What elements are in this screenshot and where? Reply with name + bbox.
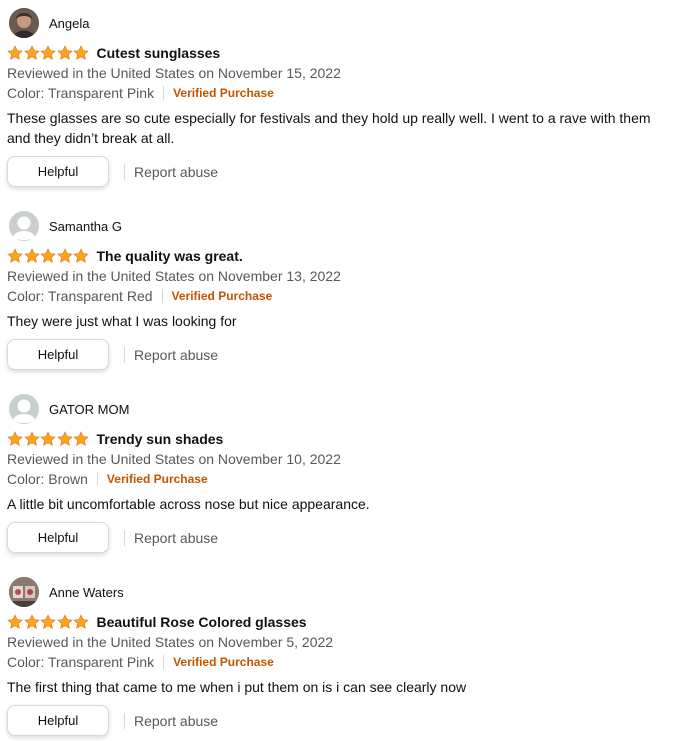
review-body: A little bit uncomfortable across nose b… [7, 496, 370, 512]
report-abuse-link[interactable]: Report abuse [134, 713, 218, 729]
divider [124, 346, 125, 363]
star-icon [56, 431, 73, 446]
star-icon [56, 248, 73, 263]
star-icon [23, 248, 40, 263]
reviewer-profile[interactable]: Anne Waters [9, 576, 124, 608]
review-date: Reviewed in the United States on Novembe… [7, 451, 341, 467]
product-variant[interactable]: Color: Brown [7, 471, 88, 487]
verified-purchase-badge: Verified Purchase [173, 655, 274, 669]
avatar [9, 577, 39, 607]
star-icon [7, 431, 23, 446]
reviewer-name: GATOR MOM [49, 401, 130, 417]
review-body: These glasses are so cute especially for… [7, 110, 651, 146]
star-icon [7, 45, 23, 60]
star-icon [73, 248, 89, 263]
divider [163, 86, 165, 100]
reviewer-profile[interactable]: Samantha G [9, 210, 122, 242]
report-abuse-link[interactable]: Report abuse [134, 530, 218, 546]
helpful-button[interactable]: Helpful [7, 522, 109, 553]
avatar [9, 8, 39, 38]
reviewer-profile[interactable]: GATOR MOM [9, 393, 129, 425]
star-rating [7, 248, 90, 264]
divider [96, 472, 98, 486]
product-variant[interactable]: Color: Transparent Pink [7, 85, 154, 101]
report-abuse-link[interactable]: Report abuse [134, 164, 218, 180]
review-date: Reviewed in the United States on Novembe… [7, 634, 334, 650]
star-icon [23, 614, 40, 629]
star-icon [23, 431, 40, 446]
star-icon [56, 45, 73, 60]
review-body: They were just what I was looking for [7, 313, 237, 329]
avatar [9, 211, 39, 241]
star-icon [56, 614, 73, 629]
star-icon [40, 614, 56, 629]
reviewer-name: Samantha G [49, 218, 122, 234]
reviewer-name: Angela [49, 15, 90, 31]
reviewer-profile[interactable]: Angela [9, 7, 89, 39]
star-icon [23, 45, 40, 60]
divider [161, 289, 163, 303]
review-body: The first thing that came to me when i p… [7, 679, 467, 695]
avatar [9, 394, 39, 424]
product-variant[interactable]: Color: Transparent Red [7, 288, 153, 304]
divider [163, 655, 165, 669]
default-user-icon [9, 394, 39, 424]
review-title[interactable]: Trendy sun shades [97, 431, 224, 447]
star-icon [40, 248, 56, 263]
helpful-button[interactable]: Helpful [7, 339, 109, 370]
review-title[interactable]: The quality was great. [97, 248, 243, 264]
review-title[interactable]: Beautiful Rose Colored glasses [97, 614, 307, 630]
product-variant[interactable]: Color: Transparent Pink [7, 654, 154, 670]
star-icon [73, 614, 89, 629]
divider [124, 529, 125, 546]
helpful-button[interactable]: Helpful [7, 156, 109, 187]
star-icon [7, 614, 23, 629]
verified-purchase-badge: Verified Purchase [171, 289, 273, 303]
star-icon [40, 431, 56, 446]
report-abuse-link[interactable]: Report abuse [134, 347, 218, 363]
divider [124, 712, 125, 729]
review-title[interactable]: Cutest sunglasses [97, 45, 221, 61]
review-date: Reviewed in the United States on Novembe… [7, 268, 341, 284]
star-rating [7, 431, 90, 447]
reviewer-name: Anne Waters [49, 584, 124, 600]
divider [124, 163, 125, 180]
star-icon [40, 45, 56, 60]
user-photo-icon [9, 8, 39, 38]
user-photo-icon [9, 577, 39, 607]
verified-purchase-badge: Verified Purchase [106, 472, 208, 486]
star-icon [73, 431, 89, 446]
default-user-icon [9, 211, 39, 241]
verified-purchase-badge: Verified Purchase [173, 86, 274, 100]
star-rating [7, 45, 90, 61]
review-date: Reviewed in the United States on Novembe… [7, 65, 341, 81]
star-rating [7, 614, 90, 630]
star-icon [7, 248, 23, 263]
star-icon [73, 45, 89, 60]
helpful-button[interactable]: Helpful [7, 705, 109, 736]
